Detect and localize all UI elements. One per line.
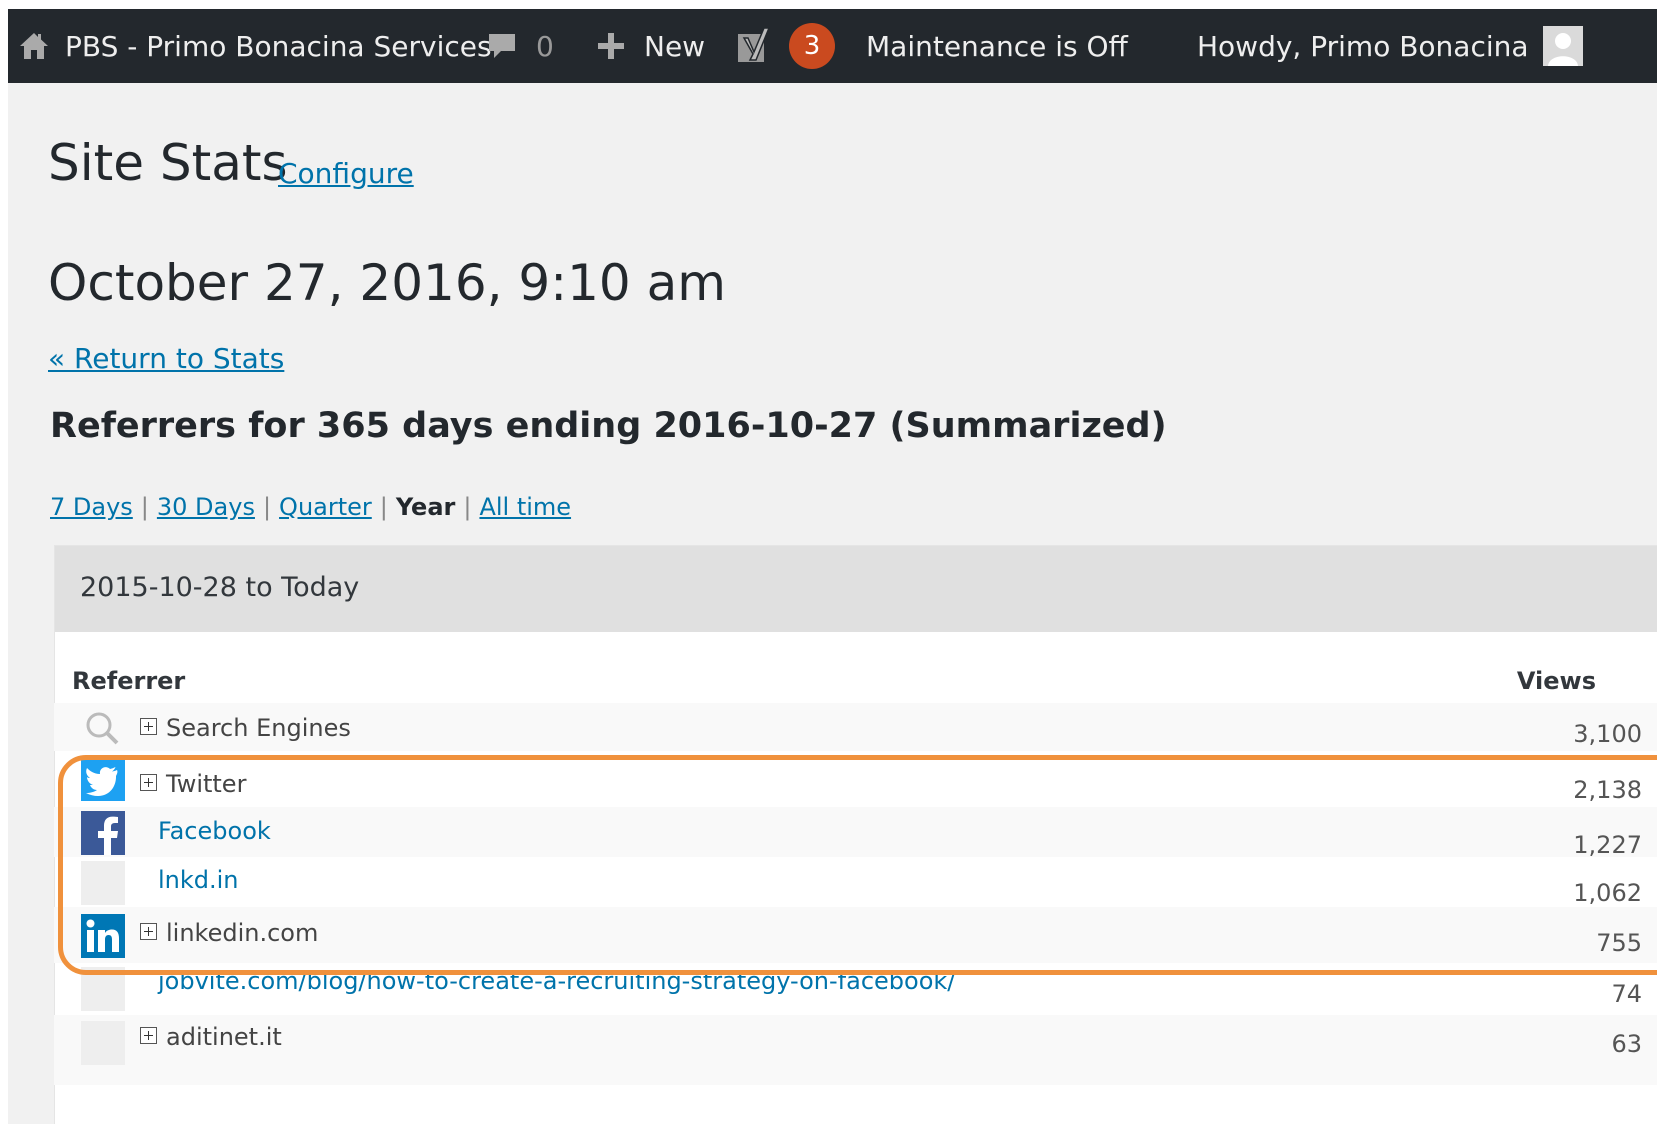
page-title: Site Stats [48, 134, 288, 192]
admin-bar-home[interactable]: PBS - Primo Bonacina Services [18, 9, 492, 83]
admin-bar-new[interactable]: New [596, 9, 705, 83]
admin-bar-comments[interactable]: 0 [486, 9, 554, 83]
table-row: Search Engines 3,100 [54, 703, 1657, 751]
admin-bar: PBS - Primo Bonacina Services 0 New 3 Ma… [8, 9, 1657, 83]
panel-header: 2015-10-28 to Today [55, 546, 1657, 632]
column-header-referrer: Referrer [72, 667, 186, 695]
admin-bar-yoast[interactable]: 3 [734, 9, 835, 83]
referrer-views: 63 [1611, 1030, 1642, 1058]
referrers-heading: Referrers for 365 days ending 2016-10-27… [50, 406, 1167, 446]
avatar [1542, 26, 1583, 66]
referrer-views: 74 [1611, 980, 1642, 1008]
site-name[interactable]: PBS - Primo Bonacina Services [65, 30, 492, 63]
range-separator: | [463, 493, 472, 521]
admin-bar-account[interactable]: Howdy, Primo Bonacina [1197, 9, 1583, 83]
expand-toggle[interactable] [140, 1027, 157, 1044]
home-icon [20, 33, 48, 59]
range-30-days[interactable]: 30 Days [157, 493, 255, 521]
range-7-days[interactable]: 7 Days [50, 493, 133, 521]
panel-title: 2015-10-28 to Today [80, 572, 360, 603]
browser-viewport: PBS - Primo Bonacina Services 0 New 3 Ma… [8, 9, 1657, 1124]
referrer-name: aditinet.it [166, 1023, 282, 1051]
user-icon [1547, 33, 1578, 66]
referrer-name: Search Engines [166, 714, 351, 742]
stats-date: October 27, 2016, 9:10 am [48, 254, 726, 312]
yoast-notification-badge: 3 [789, 23, 835, 69]
yoast-icon [738, 27, 771, 62]
greeting: Howdy, Primo Bonacina [1197, 29, 1529, 63]
maintenance-status[interactable]: Maintenance is Off [866, 9, 1128, 83]
blank-icon [81, 1021, 125, 1065]
range-quarter[interactable]: Quarter [279, 493, 372, 521]
range-separator: | [379, 493, 388, 521]
range-separator: | [262, 493, 272, 521]
new-label: New [644, 29, 706, 63]
comments-count: 0 [536, 29, 554, 63]
return-to-stats-link[interactable]: « Return to Stats [48, 342, 284, 375]
table-row: aditinet.it 63 [54, 1015, 1657, 1085]
expand-toggle[interactable] [140, 718, 157, 735]
plus-icon [598, 33, 624, 59]
search-icon [86, 712, 119, 745]
range-year: Year [395, 493, 456, 521]
range-all-time[interactable]: All time [479, 493, 571, 521]
range-selector: 7 Days | 30 Days | Quarter | Year | All time [50, 493, 571, 521]
column-header-views: Views [1516, 667, 1596, 695]
highlight-annotation [58, 755, 1657, 975]
range-separator: | [140, 493, 149, 521]
referrer-views: 3,100 [1573, 720, 1642, 748]
configure-link[interactable]: Configure [278, 157, 414, 190]
comment-icon [489, 34, 515, 58]
